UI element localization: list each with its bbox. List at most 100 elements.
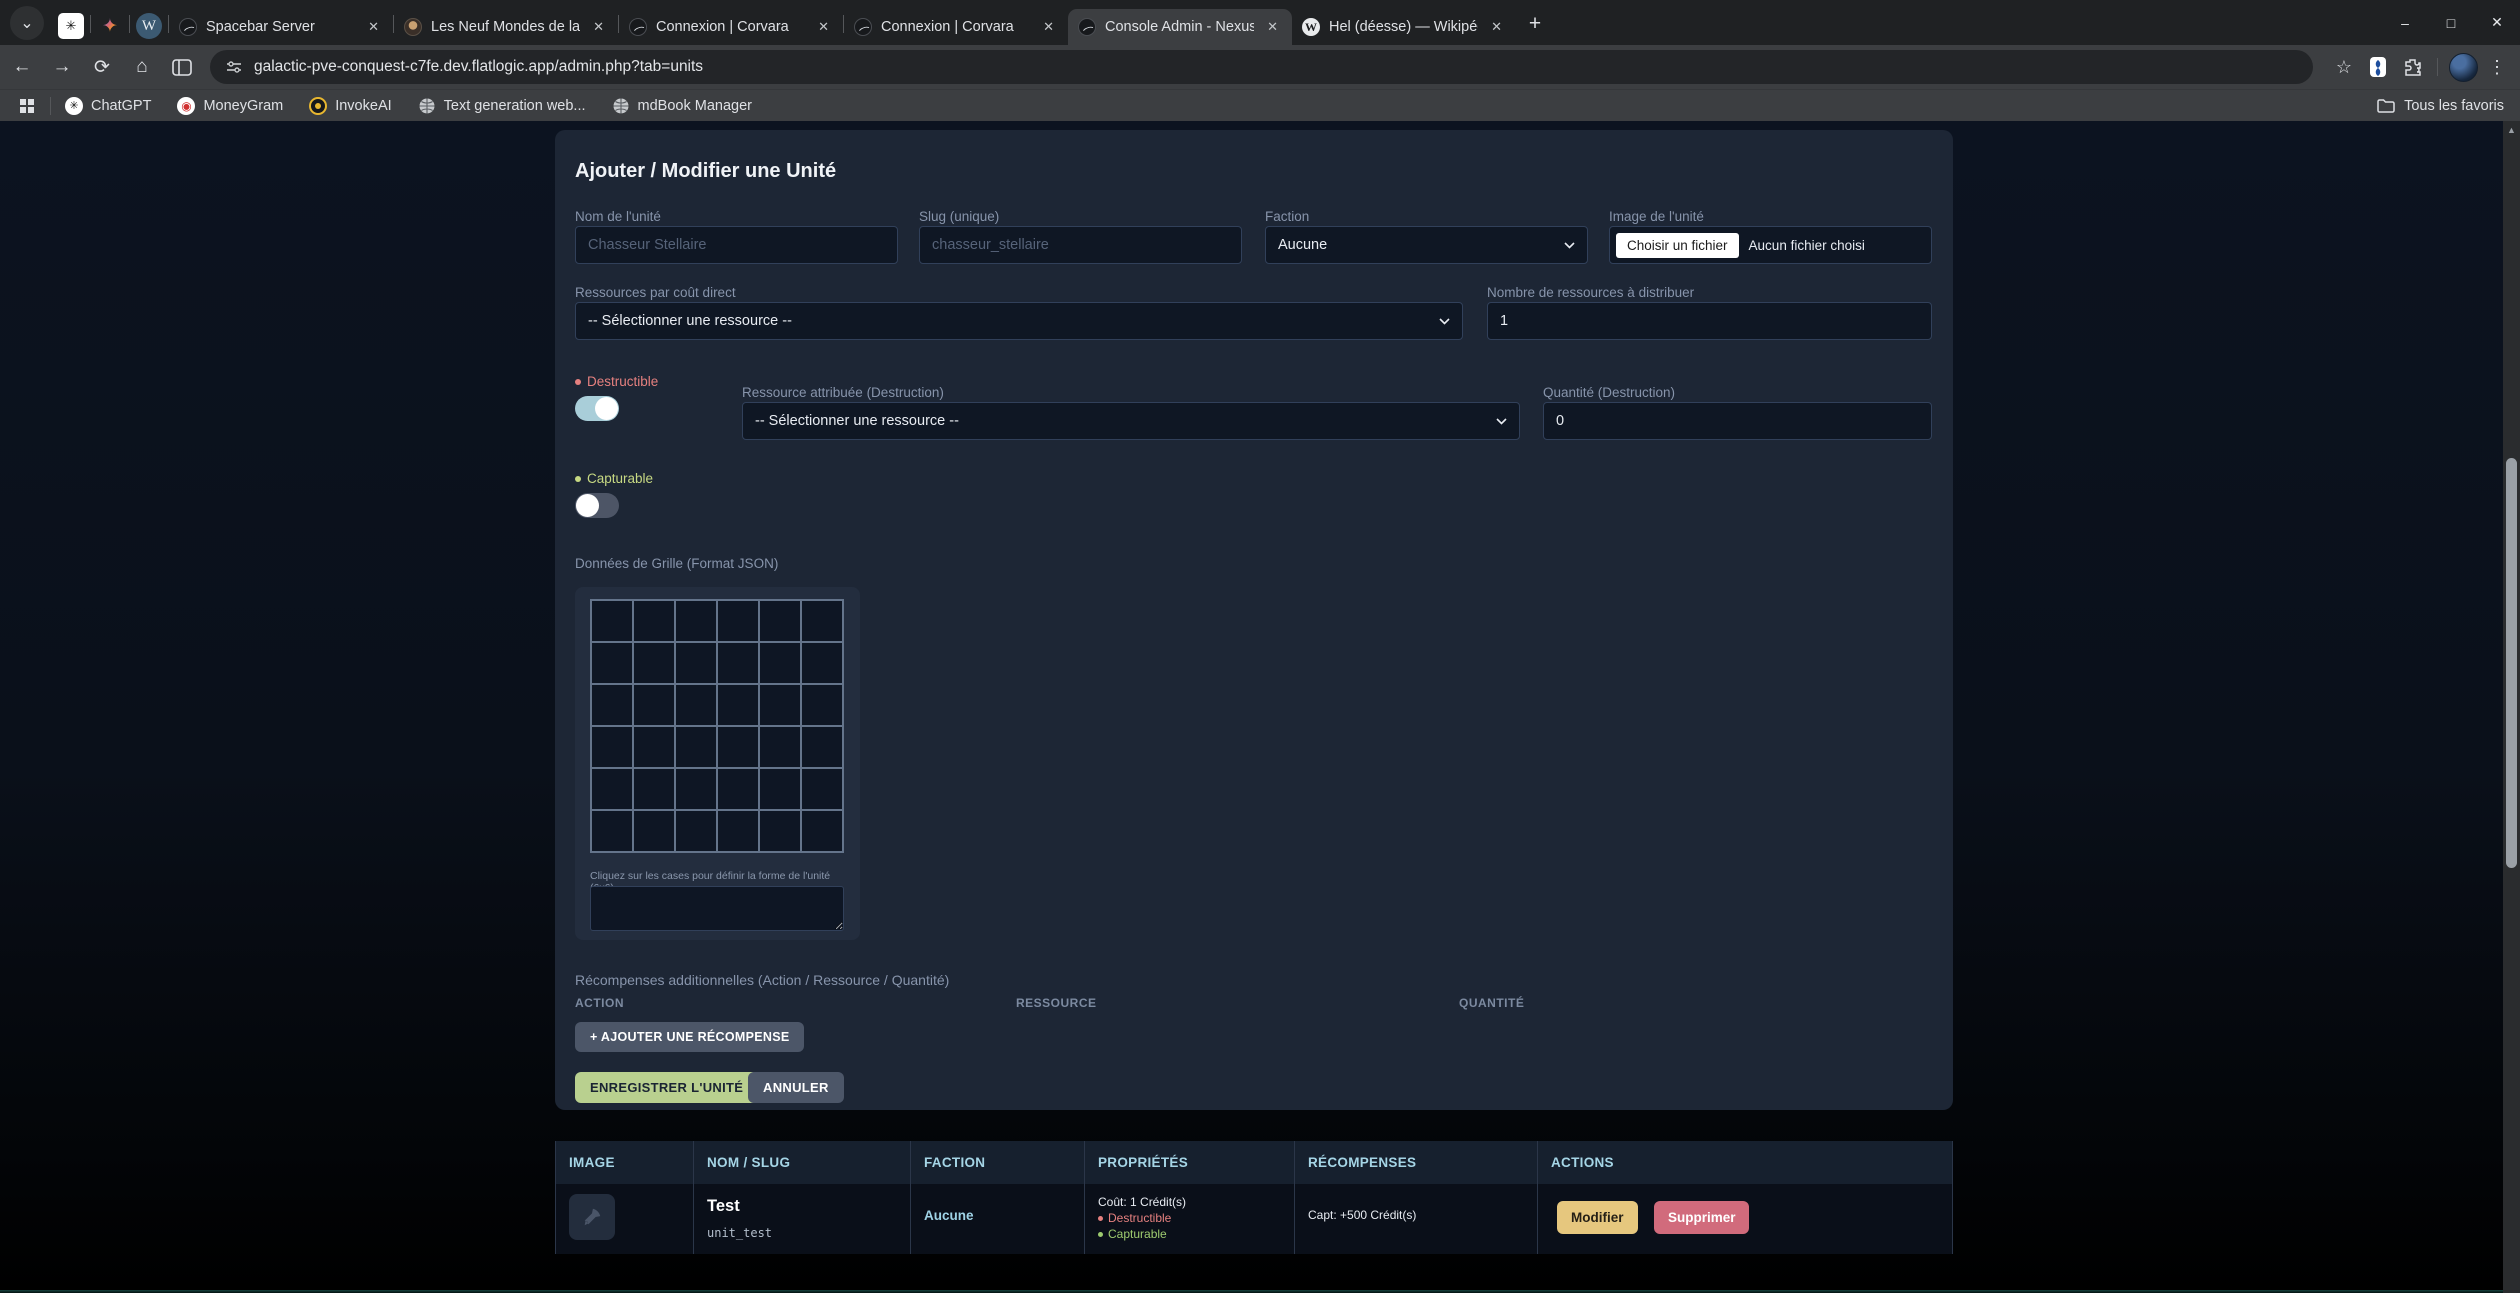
new-tab-button[interactable]: + [1520, 9, 1550, 39]
tab-connexion-corvara-2[interactable]: Connexion | Corvara ✕ [844, 9, 1068, 45]
grid-cell[interactable] [760, 685, 800, 725]
grid-cell[interactable] [760, 601, 800, 641]
grid-cell[interactable] [760, 727, 800, 767]
grid-cell[interactable] [802, 811, 842, 851]
all-bookmarks-button[interactable]: Tous les favoris [2377, 98, 2504, 114]
grid-cell[interactable] [676, 643, 716, 683]
pinned-tab-gemini[interactable]: ✦ [91, 9, 129, 43]
grid-cell[interactable] [634, 727, 674, 767]
grid-cell[interactable] [592, 811, 632, 851]
grid-cell[interactable] [592, 727, 632, 767]
grid-cell[interactable] [676, 811, 716, 851]
close-icon[interactable]: ✕ [814, 17, 833, 37]
home-button[interactable]: ⌂ [124, 49, 160, 85]
resource-cost-value: -- Sélectionner une ressource -- [588, 313, 792, 329]
grid-cell[interactable] [718, 685, 758, 725]
grid-cell[interactable] [760, 811, 800, 851]
grid-cell[interactable] [760, 643, 800, 683]
grid-cell[interactable] [676, 769, 716, 809]
scrollbar-thumb[interactable] [2506, 458, 2517, 868]
destructible-toggle[interactable] [575, 396, 619, 421]
bookmark-chatgpt[interactable]: ✳ ChatGPT [65, 97, 151, 115]
close-icon[interactable]: ✕ [1487, 17, 1506, 37]
gemini-icon: ✦ [97, 13, 123, 39]
destruction-resource-select[interactable]: -- Sélectionner une ressource -- [742, 402, 1520, 440]
tab-neuf-mondes[interactable]: Les Neuf Mondes de la Mythol ✕ [394, 9, 618, 45]
tab-spacebar-server[interactable]: Spacebar Server ✕ [169, 9, 393, 45]
grid-cell[interactable] [802, 685, 842, 725]
extensions-puzzle-icon[interactable] [2395, 50, 2429, 84]
pinned-tab-chatgpt[interactable]: ✳ [52, 9, 90, 43]
capturable-toggle[interactable] [575, 493, 619, 518]
grid-cell[interactable] [592, 685, 632, 725]
grid-json-textarea[interactable] [590, 886, 844, 931]
address-bar[interactable]: galactic-pve-conquest-c7fe.dev.flatlogic… [210, 50, 2313, 84]
tab-connexion-corvara-1[interactable]: Connexion | Corvara ✕ [619, 9, 843, 45]
grid-cell[interactable] [802, 643, 842, 683]
close-icon[interactable]: ✕ [364, 17, 383, 37]
close-icon[interactable]: ✕ [1263, 17, 1282, 37]
reload-button[interactable]: ⟳ [84, 49, 120, 85]
grid-cell[interactable] [718, 769, 758, 809]
resource-cost-select[interactable]: -- Sélectionner une ressource -- [575, 302, 1463, 340]
bookmark-invokeai[interactable]: InvokeAI [309, 97, 391, 115]
grid-cell[interactable] [634, 643, 674, 683]
grid-cell[interactable] [718, 811, 758, 851]
grid-cell[interactable] [802, 601, 842, 641]
bookmark-star-icon[interactable]: ☆ [2327, 50, 2361, 84]
choose-file-button[interactable]: Choisir un fichier [1616, 233, 1739, 258]
grid-cell[interactable] [634, 769, 674, 809]
units-table-header: IMAGE NOM / SLUG FACTION PROPRIÉTÉS RÉCO… [555, 1141, 1953, 1184]
grid-cell[interactable] [802, 769, 842, 809]
grid-cell[interactable] [676, 685, 716, 725]
tab-search-button[interactable]: ⌄ [10, 6, 44, 40]
slug-input[interactable] [919, 226, 1242, 264]
grid-cell[interactable] [802, 727, 842, 767]
url-text[interactable]: galactic-pve-conquest-c7fe.dev.flatlogic… [254, 58, 703, 76]
grid-cell[interactable] [634, 685, 674, 725]
grid-cell[interactable] [676, 601, 716, 641]
save-unit-button[interactable]: ENREGISTRER L'UNITÉ [575, 1072, 758, 1103]
site-settings-icon[interactable] [226, 60, 242, 74]
maximize-button[interactable]: □ [2428, 0, 2474, 45]
destruction-qty-input[interactable] [1543, 402, 1932, 440]
delete-button[interactable]: Supprimer [1654, 1201, 1750, 1234]
unit-image-file-input[interactable]: Choisir un fichier Aucun fichier choisi [1609, 226, 1932, 264]
grid-cell[interactable] [676, 727, 716, 767]
grid-cell[interactable] [718, 727, 758, 767]
grid-cell[interactable] [718, 643, 758, 683]
back-button[interactable]: ← [4, 49, 40, 85]
extension-icon[interactable] [2361, 50, 2395, 84]
tab-hel-wikipedia[interactable]: W Hel (déesse) — Wikipédia ✕ [1292, 9, 1516, 45]
unit-faction: Aucune [924, 1208, 1071, 1223]
close-icon[interactable]: ✕ [1039, 17, 1058, 37]
bookmark-text-generation[interactable]: Text generation web... [418, 97, 586, 115]
add-reward-button[interactable]: + AJOUTER UNE RÉCOMPENSE [575, 1022, 804, 1052]
grid-cell[interactable] [634, 811, 674, 851]
grid-cell[interactable] [592, 601, 632, 641]
grid-cell[interactable] [592, 643, 632, 683]
bookmark-moneygram[interactable]: ◉ MoneyGram [177, 97, 283, 115]
bookmark-mdbook-manager[interactable]: mdBook Manager [612, 97, 752, 115]
close-window-button[interactable]: ✕ [2474, 0, 2520, 45]
apps-grid-icon[interactable] [10, 89, 44, 123]
grid-cell[interactable] [760, 769, 800, 809]
grid-cell[interactable] [592, 769, 632, 809]
profile-avatar[interactable] [2446, 50, 2480, 84]
grid-cell[interactable] [634, 601, 674, 641]
tab-console-admin-nexus[interactable]: Console Admin - Nexus ✕ [1068, 9, 1292, 45]
grid-cell[interactable] [718, 601, 758, 641]
menu-icon[interactable]: ⋮ [2480, 50, 2514, 84]
pinned-tab-wordpress[interactable]: W [130, 9, 168, 43]
minimize-button[interactable]: – [2382, 0, 2428, 45]
faction-select[interactable]: Aucune [1265, 226, 1588, 264]
close-icon[interactable]: ✕ [589, 17, 608, 37]
unit-name-input[interactable] [575, 226, 898, 264]
cancel-button[interactable]: ANNULER [748, 1072, 844, 1103]
resource-count-input[interactable] [1487, 302, 1932, 340]
side-panel-icon[interactable] [164, 49, 200, 85]
edit-button[interactable]: Modifier [1557, 1201, 1638, 1234]
page-scrollbar[interactable]: ▲ [2503, 121, 2520, 1293]
scroll-up-icon[interactable]: ▲ [2503, 125, 2520, 135]
forward-button[interactable]: → [44, 49, 80, 85]
